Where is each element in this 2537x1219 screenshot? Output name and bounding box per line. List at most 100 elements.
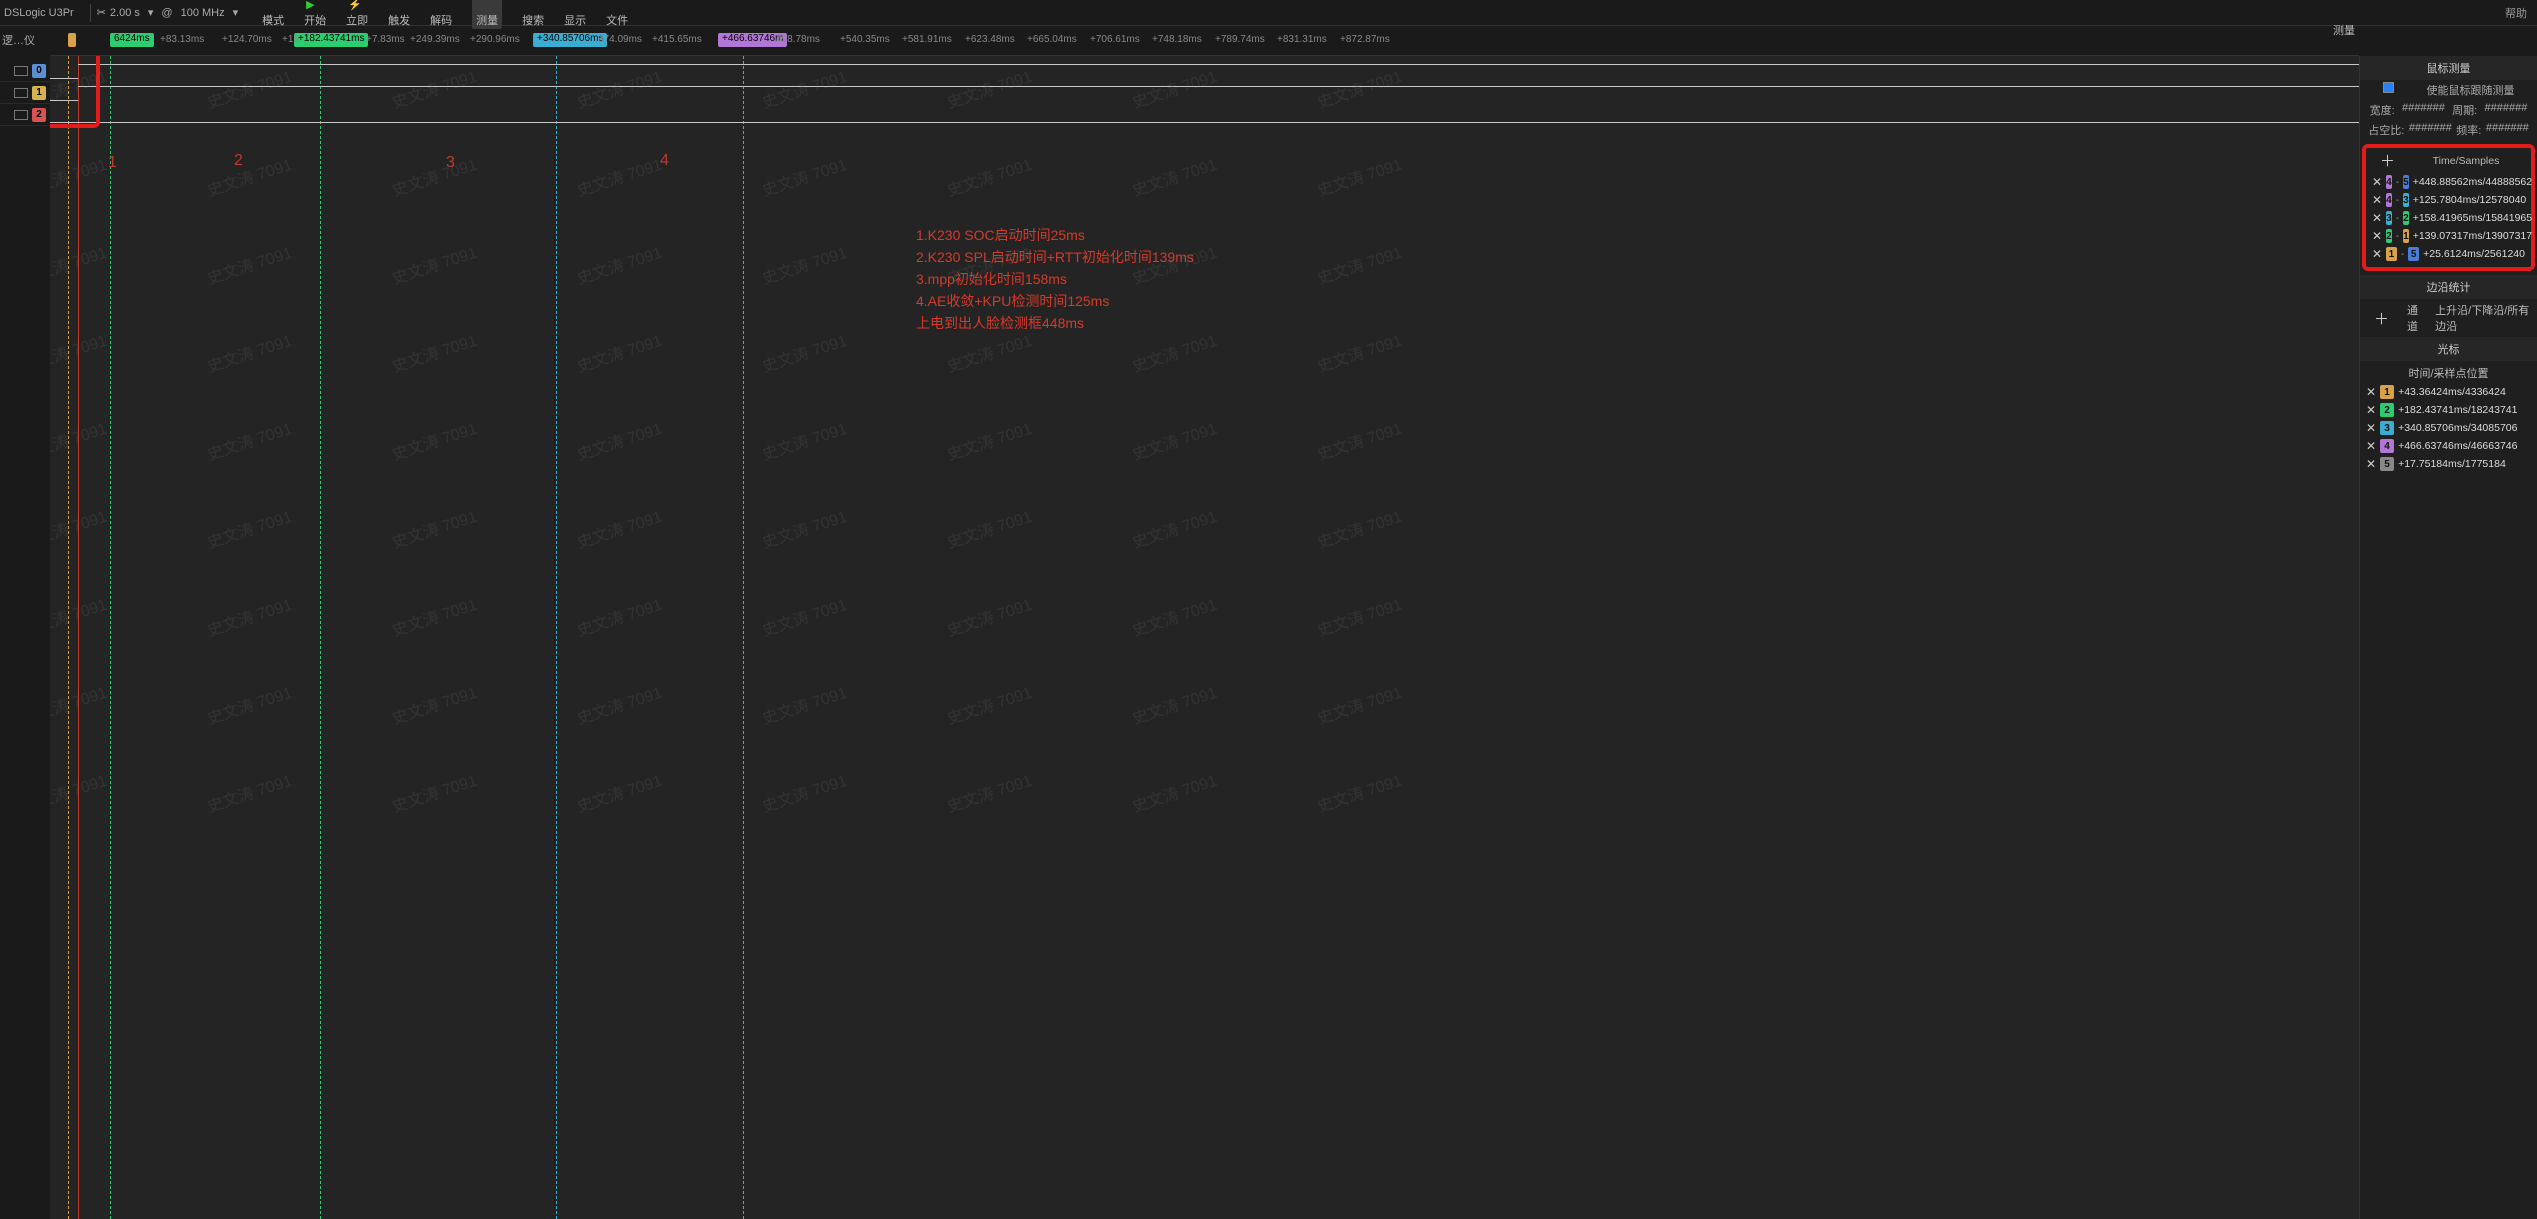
mouse-meas-title: 鼠标测量 <box>2360 56 2537 80</box>
chip-a: 4 <box>2386 175 2392 189</box>
cursor-4[interactable] <box>743 56 744 1219</box>
marker-1[interactable]: 6424ms <box>110 33 154 47</box>
highlight-box-right: ＋ Time/Samples ✕ 4 - 5 +448.88562ms/4488… <box>2362 144 2535 271</box>
tb-trigger[interactable]: 触发 <box>388 0 410 28</box>
marker-3[interactable]: +340.85706ms <box>533 33 607 47</box>
checkbox-icon[interactable] <box>2383 82 2394 93</box>
watermark: 史文涛 7091 <box>203 151 294 201</box>
tick: 374.09ms <box>598 34 642 45</box>
cursor-1[interactable] <box>68 56 69 1219</box>
watermark: 史文涛 7091 <box>758 591 849 641</box>
freq-select[interactable]: 100 MHz <box>181 7 225 19</box>
watermark: 史文涛 7091 <box>573 63 664 113</box>
cursor-row[interactable]: ✕ 2 +182.43741ms/18243741 <box>2360 401 2537 419</box>
marker-2[interactable]: +182.43741ms <box>294 33 368 47</box>
watermark: 史文涛 7091 <box>758 679 849 729</box>
watermark: 史文涛 7091 <box>1313 63 1404 113</box>
channel-1[interactable]: 1 <box>0 82 50 104</box>
meas-value: +158.41965ms/15841965 <box>2413 212 2532 224</box>
watermark: 史文涛 7091 <box>203 767 294 817</box>
cursor-3[interactable] <box>556 56 557 1219</box>
duration-select[interactable]: 2.00 s <box>110 7 140 19</box>
meas-row[interactable]: ✕ 3 - 2 +158.41965ms/15841965 <box>2366 209 2531 227</box>
enable-mouse-row[interactable]: 使能鼠标跟随测量 <box>2360 80 2537 100</box>
right-panel: 鼠标测量 使能鼠标跟随测量 宽度:####### 周期:####### 占空比:… <box>2359 56 2537 1219</box>
num-4: 4 <box>660 152 669 170</box>
watermark: 史文涛 7091 <box>203 327 294 377</box>
close-icon[interactable]: ✕ <box>2372 193 2382 207</box>
watermark: 史文涛 7091 <box>50 151 110 201</box>
channel-column: 0 1 2 <box>0 60 50 126</box>
cursor-trigger[interactable] <box>78 56 79 1219</box>
close-icon[interactable]: ✕ <box>2372 229 2382 243</box>
side-label: 逻…仪 <box>0 30 37 50</box>
marker-orange[interactable] <box>68 33 76 47</box>
close-icon[interactable]: ✕ <box>2372 211 2382 225</box>
watermark: 史文涛 7091 <box>50 767 110 817</box>
channel-2[interactable]: 2 <box>0 104 50 126</box>
dropdown-caret[interactable]: ▾ <box>148 6 154 19</box>
tb-file[interactable]: 文件 <box>606 0 628 28</box>
add-meas[interactable]: ＋ Time/Samples <box>2366 148 2531 173</box>
tb-instant[interactable]: ⚡立即 <box>346 0 368 28</box>
watermark: 史文涛 7091 <box>388 151 479 201</box>
cursor-row[interactable]: ✕ 1 +43.36424ms/4336424 <box>2360 383 2537 401</box>
waveform-area[interactable]: 1 2 3 4 1.K230 SOC启动时间25ms 2.K230 SPL启动时… <box>50 56 2359 1219</box>
time-ruler[interactable]: 6424ms +182.43741ms +340.85706ms +466.63… <box>50 30 2359 56</box>
cursor-2[interactable] <box>320 56 321 1219</box>
tb-mode[interactable]: 模式 <box>262 0 284 28</box>
channel-0[interactable]: 0 <box>0 60 50 82</box>
watermark: 史文涛 7091 <box>1313 239 1404 289</box>
watermark: 史文涛 7091 <box>943 503 1034 553</box>
cursor-row[interactable]: ✕ 5 +17.75184ms/1775184 <box>2360 455 2537 473</box>
tb-start[interactable]: ▶开始 <box>304 0 326 28</box>
tick: +872.87ms <box>1340 34 1390 45</box>
scissors-icon[interactable]: ✂ <box>97 6 106 19</box>
watermark: 史文涛 7091 <box>1313 415 1404 465</box>
close-icon[interactable]: ✕ <box>2366 403 2376 417</box>
close-icon[interactable]: ✕ <box>2366 457 2376 471</box>
tb-decode[interactable]: 解码 <box>430 0 452 28</box>
plus-icon[interactable]: ＋ <box>2372 150 2403 171</box>
watermark: 史文涛 7091 <box>943 591 1034 641</box>
cursor-sub: 时间/采样点位置 <box>2360 361 2537 383</box>
cursor-chip: 3 <box>2380 421 2394 435</box>
meas-row[interactable]: ✕ 1 - 5 +25.6124ms/2561240 <box>2366 245 2531 263</box>
meas-row[interactable]: ✕ 4 - 5 +448.88562ms/44888562 <box>2366 173 2531 191</box>
tb-display[interactable]: 显示 <box>564 0 586 28</box>
tick: +415.65ms <box>652 34 702 45</box>
watermark: 史文涛 7091 <box>203 239 294 289</box>
watermark: 史文涛 7091 <box>573 415 664 465</box>
meas-row[interactable]: ✕ 2 - 1 +139.07317ms/13907317 <box>2366 227 2531 245</box>
tb-search[interactable]: 搜索 <box>522 0 544 28</box>
close-icon[interactable]: ✕ <box>2372 247 2382 261</box>
cursor-row[interactable]: ✕ 4 +466.63746ms/46663746 <box>2360 437 2537 455</box>
tb-measure[interactable]: 测量 <box>472 0 502 29</box>
meas-value: +448.88562ms/44888562 <box>2413 176 2532 188</box>
plus-icon[interactable]: ＋ <box>2366 308 2397 329</box>
help-link[interactable]: 帮助 <box>2505 5 2527 21</box>
watermark: 史文涛 7091 <box>1128 767 1219 817</box>
watermark: 史文涛 7091 <box>1128 151 1219 201</box>
num-3: 3 <box>446 154 455 172</box>
tick: +290.96ms <box>470 34 520 45</box>
watermark: 史文涛 7091 <box>758 63 849 113</box>
chip-b: 3 <box>2403 193 2409 207</box>
watermark: 史文涛 7091 <box>943 767 1034 817</box>
close-icon[interactable]: ✕ <box>2372 175 2382 189</box>
close-icon[interactable]: ✕ <box>2366 385 2376 399</box>
watermark: 史文涛 7091 <box>388 591 479 641</box>
dropdown-caret[interactable]: ▾ <box>233 6 239 19</box>
cursor-row[interactable]: ✕ 3 +340.85706ms/34085706 <box>2360 419 2537 437</box>
chip-b: 5 <box>2408 247 2419 261</box>
close-icon[interactable]: ✕ <box>2366 421 2376 435</box>
ruler-right-label: 测量 <box>2333 22 2355 38</box>
meas-row[interactable]: ✕ 4 - 3 +125.7804ms/12578040 <box>2366 191 2531 209</box>
cursor-title: 光标 <box>2360 337 2537 361</box>
edge-title: 边沿统计 <box>2360 275 2537 299</box>
cursor-1b[interactable] <box>110 56 111 1219</box>
watermark: 史文涛 7091 <box>50 239 110 289</box>
close-icon[interactable]: ✕ <box>2366 439 2376 453</box>
watermark: 史文涛 7091 <box>758 239 849 289</box>
watermark: 史文涛 7091 <box>1128 679 1219 729</box>
